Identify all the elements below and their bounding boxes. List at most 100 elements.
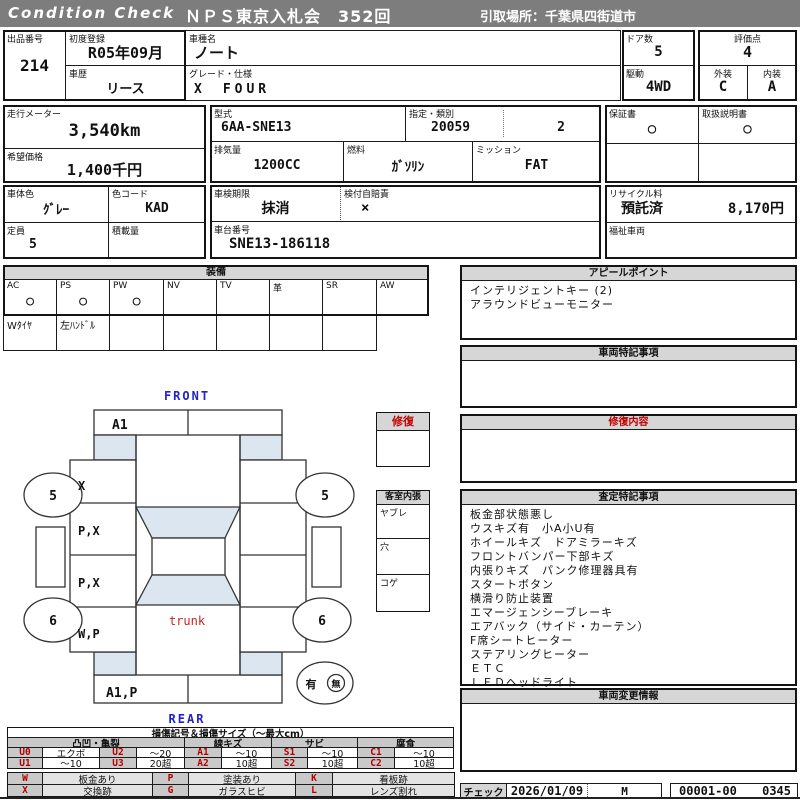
front-label: FRONT — [164, 389, 210, 403]
capacity-cell: 定員 5 — [3, 222, 109, 259]
equipment-extra-cell — [216, 315, 270, 351]
list-line: 板金部状態悪し — [470, 508, 554, 521]
left-mirror — [35, 526, 66, 588]
grade-cell: グレード・仕様 X FOUR — [185, 65, 621, 101]
legend-value: 20超 — [136, 757, 185, 769]
bottom-rule — [0, 797, 800, 799]
fuel-value: ｶﾞｿﾘﾝ — [391, 160, 425, 175]
repair-flag-title: 修復 — [377, 413, 429, 431]
front-bumper-code: A1 — [112, 418, 128, 433]
rear-bumper-code: A1,P — [106, 686, 137, 701]
load-value — [109, 223, 205, 258]
chassis-value: SNE13-186118 — [229, 236, 331, 252]
assessment-title: 査定特記事項 — [462, 491, 795, 505]
wheel-code-fl: 5 — [49, 489, 57, 504]
legend-code: X — [7, 784, 43, 797]
manual-cell: 取扱説明書 ○ — [698, 105, 797, 144]
exterior-grade-value: C — [718, 79, 728, 95]
manual-mark: ○ — [743, 120, 752, 137]
equipment-cell-pw: PW ○ — [109, 279, 164, 316]
cabin-interior-title: 客室内張 — [377, 491, 429, 505]
legend-value: 10超 — [394, 757, 454, 769]
equipment-title: 装備 — [3, 265, 429, 280]
list-line: スタートボタン — [470, 578, 554, 591]
interior-row-tear: ヤブレ — [377, 505, 429, 539]
displacement-value: 1200CC — [253, 158, 301, 173]
appeal-points-box: アピールポイント インテリジェントキー (2) アラウンドビューモニター — [460, 265, 797, 340]
equipment-mark — [323, 280, 376, 315]
assessment-list: 板金部状態悪し ウスキズ有 小A小U有 ホイールキズ ドアミラーキズ フロントバンパー… — [462, 505, 795, 693]
capacity-value: 5 — [29, 237, 37, 252]
brand-logo: Condition Check — [8, 4, 176, 22]
assessment-box: 査定特記事項 板金部状態悪し ウスキズ有 小A小U有 ホイールキズ ドアミラーキズフ… — [460, 489, 797, 689]
vehicle-notes-box: 車両特記事項 — [460, 345, 797, 408]
left-panel-code: P,X — [78, 524, 100, 538]
equipment-mark — [377, 280, 428, 315]
list-line: 横滑り防止装置 — [470, 592, 554, 605]
color-code-cell: 色コード KAD — [108, 185, 206, 223]
doc-serial-value: 0345 — [762, 784, 791, 798]
list-line: ＥＴＣ — [470, 662, 506, 675]
mission-value: FAT — [524, 158, 549, 173]
equipment-cell-ps: PS ○ — [56, 279, 110, 316]
odometer-cell: 走行メーター 3,540km — [3, 105, 206, 149]
list-line: ステアリングヒーター — [470, 648, 590, 661]
list-line: インテリジェントキー (2) — [470, 284, 614, 297]
equipment-cell-sr: SR — [322, 279, 377, 316]
equipment-mark: ○ — [26, 294, 34, 309]
list-line: ホイールキズ ドアミラーキズ — [470, 536, 638, 549]
warranty-mark: ○ — [647, 120, 657, 137]
interior-row-burn: コゲ — [380, 579, 399, 589]
legend-value: 10超 — [307, 757, 358, 769]
legend-code: U3 — [99, 757, 137, 769]
equipment-mark: ○ — [132, 294, 141, 309]
check-inspector-value: M — [621, 784, 628, 798]
equipment-extra-cell — [322, 315, 377, 351]
left-panel-code: P,X — [78, 576, 100, 590]
first-registration-cell: 初度登録 R05年09月 — [65, 30, 186, 66]
wheel-code-fr: 5 — [321, 489, 329, 504]
list-line: フロントバンパー下部キズ — [470, 550, 615, 563]
wheel-code-rr: 6 — [318, 614, 326, 629]
price-value: 1,400千円 — [66, 160, 143, 179]
cabin-interior-box: 客室内張 ヤブレ 穴 コゲ — [376, 490, 430, 612]
equipment-cell-ac: AC ○ — [3, 279, 57, 316]
score-value: 4 — [742, 43, 753, 61]
list-line: F席シートヒーター — [470, 634, 574, 647]
pickup-location: 引取場所：千葉県四街道市 — [480, 10, 637, 25]
list-line: エアバック（サイド・カーテン） — [470, 620, 650, 633]
equipment-mark — [217, 280, 269, 315]
legend-value: 10超 — [221, 757, 272, 769]
score-cell: 評価点 4 — [698, 30, 797, 66]
equipment-extra-cell — [163, 315, 217, 351]
condition-check-sheet: Condition Check ＮＰＳ東京入札会 352回 引取場所：千葉県四街… — [0, 0, 800, 800]
model-code-cell: 型式 6AA-SNE13 — [210, 105, 406, 142]
displacement-cell: 排気量 1200CC — [210, 141, 344, 182]
repair-flag-box: 修復 — [376, 412, 430, 467]
legend-code: U1 — [7, 757, 43, 769]
equipment-mark — [270, 280, 322, 315]
list-line: アラウンドビューモニター — [470, 298, 614, 311]
vehicle-notes-title: 車両特記事項 — [462, 347, 795, 361]
doors-value: 5 — [654, 44, 663, 60]
interior-grade-value: A — [767, 79, 777, 95]
equipment-extra-cell: 左ﾊﾝﾄﾞﾙ — [56, 315, 110, 351]
chassis-cell: 車台番号 SNE13-186118 — [210, 221, 601, 259]
rear-label: REAR — [169, 712, 206, 726]
front-left-corner — [93, 434, 137, 461]
equipment-mark — [164, 280, 216, 315]
model-code-value: 6AA-SNE13 — [221, 120, 292, 135]
repair-detail-box: 修復内容 — [460, 414, 797, 483]
front-right-corner — [239, 434, 283, 461]
equipment-cell-leather: 革 — [269, 279, 323, 316]
interior-row-hole: 穴 — [377, 539, 429, 575]
presence-no-label: 無 — [331, 678, 340, 690]
change-info-title: 車両変更情報 — [462, 690, 795, 704]
rear-window — [134, 574, 242, 606]
equipment-cell-tv: TV — [216, 279, 270, 316]
change-info-box: 車両変更情報 — [460, 688, 797, 772]
presence-yes-label: 有 — [306, 677, 317, 691]
grade-value: X FOUR — [194, 81, 271, 97]
inspection-cell: 車検期限 抹消 — [210, 185, 341, 222]
insurance-mark: × — [361, 199, 370, 216]
